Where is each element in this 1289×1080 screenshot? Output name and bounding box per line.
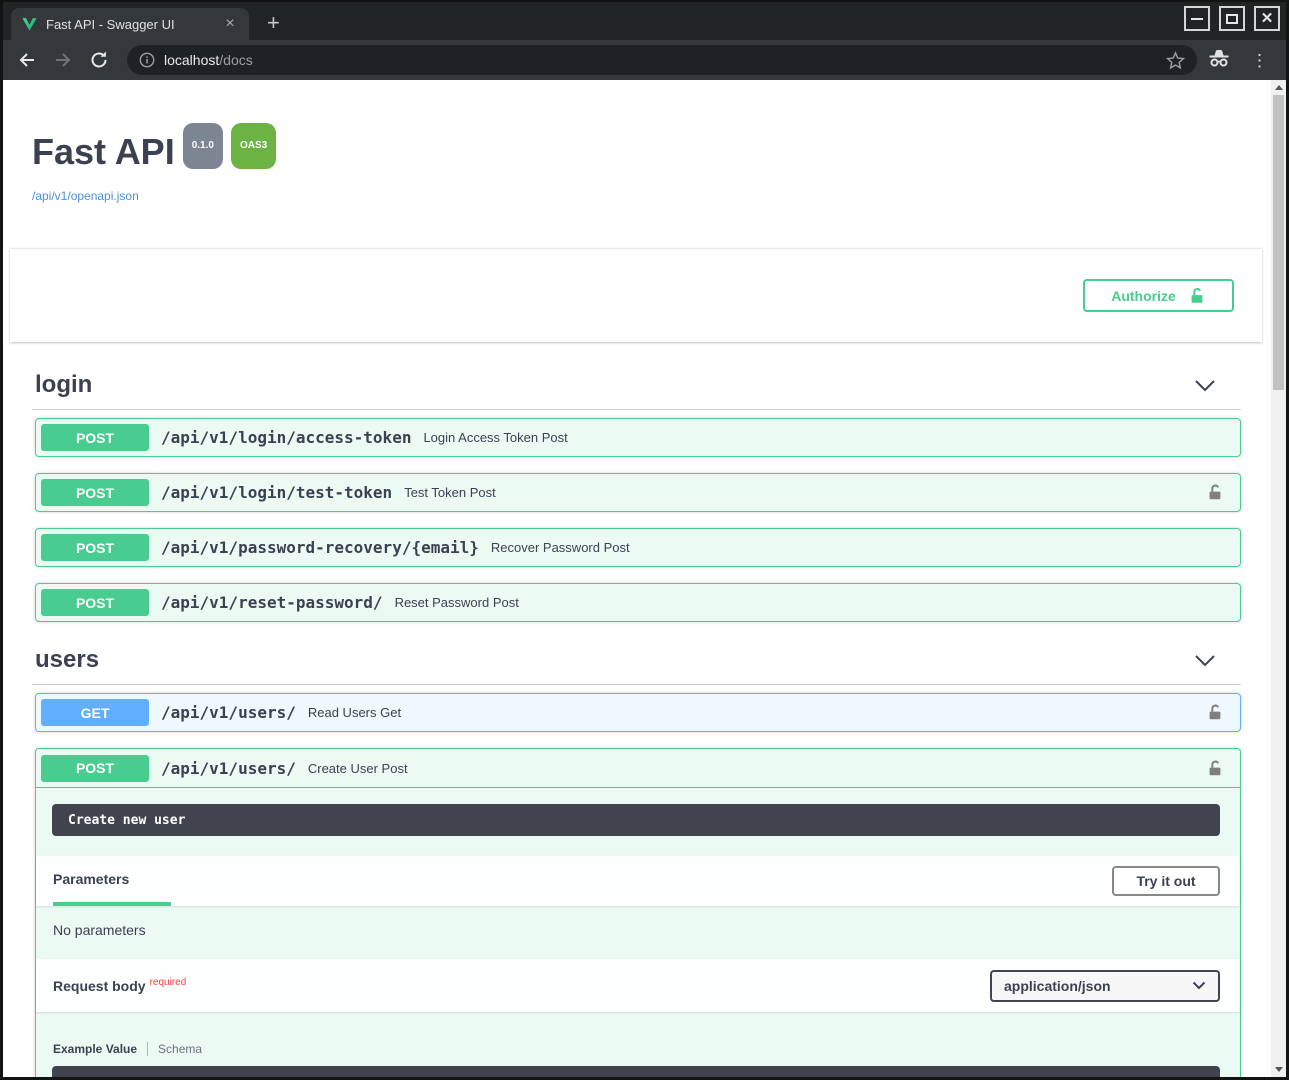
auth-lock-button[interactable] — [1206, 759, 1224, 778]
reload-icon — [89, 50, 109, 70]
auth-lock-button[interactable] — [1206, 703, 1224, 722]
method-badge: POST — [41, 479, 149, 506]
endpoint-summary: Read Users Get — [308, 705, 401, 720]
swagger-page: Fast API0.1.0OAS3 /api/v1/openapi.json A… — [3, 80, 1286, 1077]
scrollbar-thumb[interactable] — [1273, 95, 1284, 390]
section-header-users[interactable]: users — [32, 645, 1241, 685]
endpoint-row-create-user[interactable]: POST /api/v1/users/ Create User Post — [36, 749, 1240, 788]
fastapi-favicon-icon — [21, 16, 38, 33]
window-minimize-button[interactable] — [1184, 6, 1210, 31]
forward-button[interactable] — [53, 50, 73, 70]
request-body-label: Request body required — [53, 978, 186, 994]
page-scrollbar[interactable] — [1271, 80, 1286, 1077]
star-icon — [1166, 51, 1185, 70]
opblock-create-user: POST /api/v1/users/ Create User Post Cre… — [35, 748, 1241, 1077]
incognito-icon — [1207, 48, 1231, 68]
model-example-tabs: Example Value Schema — [53, 1042, 1240, 1056]
incognito-button[interactable] — [1207, 48, 1231, 73]
scroll-up-arrow[interactable] — [1271, 80, 1286, 95]
request-body-header: Request body required application/json — [36, 959, 1240, 1012]
endpoint-path: /api/v1/login/access-token — [161, 428, 411, 447]
tab-parameters[interactable]: Parameters — [53, 856, 171, 906]
oas-badge: OAS3 — [231, 123, 276, 169]
url-path: /docs — [219, 52, 252, 68]
api-title-text: Fast API — [32, 131, 175, 172]
endpoint-summary: Create User Post — [308, 761, 408, 776]
section-title: login — [35, 370, 92, 400]
no-parameters-text: No parameters — [36, 906, 1240, 959]
method-badge: POST — [41, 424, 149, 451]
required-flag: required — [150, 977, 187, 988]
authorize-label: Authorize — [1111, 288, 1176, 304]
close-icon: ✕ — [1261, 11, 1274, 26]
endpoint-path: /api/v1/users/ — [161, 703, 296, 722]
endpoint-path: /api/v1/login/test-token — [161, 483, 392, 502]
bookmark-button[interactable] — [1166, 51, 1185, 70]
endpoint-summary: Login Access Token Post — [423, 430, 567, 445]
section-header-login[interactable]: login — [32, 370, 1241, 410]
browser-toolbar: localhost/docs ⋮ — [3, 40, 1286, 80]
unlocked-padlock-icon — [1188, 287, 1206, 305]
endpoint-row-read-users[interactable]: GET /api/v1/users/ Read Users Get — [35, 693, 1241, 732]
section-title: users — [35, 645, 99, 675]
address-bar[interactable]: localhost/docs — [127, 45, 1197, 75]
unlocked-padlock-icon — [1206, 759, 1224, 778]
title-bar: Fast API - Swagger UI × + ✕ — [3, 2, 1286, 40]
unlocked-padlock-icon — [1206, 483, 1224, 502]
tab-title: Fast API - Swagger UI — [46, 17, 221, 32]
maximize-icon — [1226, 14, 1238, 24]
version-badge: 0.1.0 — [183, 123, 223, 169]
endpoint-row-login-test-token[interactable]: POST /api/v1/login/test-token Test Token… — [35, 473, 1241, 512]
reload-button[interactable] — [89, 50, 109, 70]
browser-tab[interactable]: Fast API - Swagger UI × — [11, 8, 249, 40]
request-body-label-text: Request body — [53, 978, 146, 994]
endpoint-path: /api/v1/password-recovery/{email} — [161, 538, 479, 557]
method-badge: POST — [41, 534, 149, 561]
minimize-icon — [1191, 18, 1203, 20]
unlocked-padlock-icon — [1206, 703, 1224, 722]
endpoint-summary: Recover Password Post — [491, 540, 630, 555]
parameters-header: Parameters Try it out — [36, 856, 1240, 906]
page-title: Fast API0.1.0OAS3 — [32, 132, 1241, 185]
example-code-block[interactable]: { — [52, 1066, 1220, 1077]
auth-lock-button[interactable] — [1206, 483, 1224, 502]
endpoint-row-reset-password[interactable]: POST /api/v1/reset-password/ Reset Passw… — [35, 583, 1241, 622]
endpoint-path: /api/v1/users/ — [161, 759, 296, 778]
method-badge: GET — [41, 699, 149, 726]
forward-arrow-icon — [53, 50, 73, 70]
try-it-out-button[interactable]: Try it out — [1112, 866, 1220, 896]
endpoint-summary: Test Token Post — [404, 485, 496, 500]
chevron-down-icon[interactable] — [1194, 654, 1216, 667]
chevron-down-icon — [1192, 981, 1206, 990]
endpoint-summary: Reset Password Post — [395, 595, 519, 610]
method-badge: POST — [41, 755, 149, 782]
endpoint-row-password-recovery[interactable]: POST /api/v1/password-recovery/{email} R… — [35, 528, 1241, 567]
new-tab-button[interactable]: + — [267, 12, 280, 34]
openapi-spec-link[interactable]: /api/v1/openapi.json — [32, 189, 139, 203]
scheme-container: Authorize — [10, 249, 1262, 342]
tab-close-icon[interactable]: × — [221, 16, 239, 32]
operation-description: Create new user — [52, 804, 1220, 836]
browser-menu-button[interactable]: ⋮ — [1251, 52, 1268, 69]
scroll-down-arrow[interactable] — [1271, 1062, 1286, 1077]
endpoint-path: /api/v1/reset-password/ — [161, 593, 383, 612]
authorize-button[interactable]: Authorize — [1083, 279, 1234, 312]
window-maximize-button[interactable] — [1219, 6, 1245, 31]
chevron-down-icon[interactable] — [1194, 379, 1216, 392]
back-button[interactable] — [17, 50, 37, 70]
content-type-select[interactable]: application/json — [990, 970, 1220, 1002]
method-badge: POST — [41, 589, 149, 616]
info-icon[interactable] — [139, 52, 155, 68]
tab-schema[interactable]: Schema — [148, 1042, 202, 1056]
back-arrow-icon — [17, 50, 37, 70]
browser-window: Fast API - Swagger UI × + ✕ — [0, 0, 1289, 1080]
window-close-button[interactable]: ✕ — [1254, 6, 1280, 31]
content-type-value: application/json — [1004, 978, 1111, 994]
endpoint-row-login-access-token[interactable]: POST /api/v1/login/access-token Login Ac… — [35, 418, 1241, 457]
url-host: localhost — [164, 52, 219, 68]
tab-example-value[interactable]: Example Value — [53, 1042, 148, 1056]
